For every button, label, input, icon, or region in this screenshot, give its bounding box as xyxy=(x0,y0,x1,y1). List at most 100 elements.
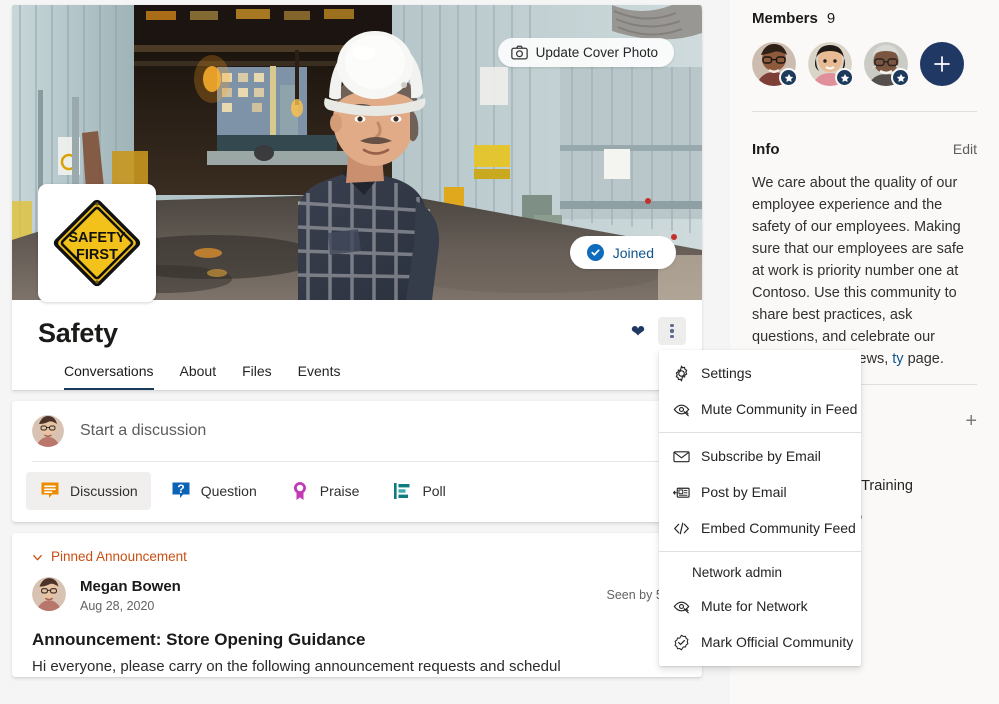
safety-first-sign-icon: SAFETY FIRST xyxy=(45,191,149,295)
composer-type-label: Discussion xyxy=(70,483,138,499)
pinned-announcement-card: Pinned Announcement Megan Bowen Aug 28, … xyxy=(12,533,702,677)
menu-item-mute-community-in-feed[interactable]: Mute Community in Feed xyxy=(659,391,861,427)
composer-type-selector: Discussion ? Question Praise xyxy=(12,462,702,522)
announcement-body: Hi everyone, please carry on the followi… xyxy=(32,656,682,677)
star-badge-icon xyxy=(891,68,910,87)
avatar xyxy=(32,415,64,447)
code-icon xyxy=(673,520,690,537)
menu-item-subscribe-by-email[interactable]: Subscribe by Email xyxy=(659,438,861,474)
menu-item-label: Mark Official Community xyxy=(701,632,853,652)
svg-text:FIRST: FIRST xyxy=(76,247,118,263)
menu-item-label: Post by Email xyxy=(701,482,787,502)
group-header-card: Update Cover Photo Joined xyxy=(12,5,702,390)
tab-about[interactable]: About xyxy=(180,362,217,390)
menu-item-label: Subscribe by Email xyxy=(701,446,821,466)
svg-text:?: ? xyxy=(177,482,184,496)
members-count: 9 xyxy=(827,10,835,27)
mute-icon xyxy=(673,401,690,418)
composer-type-label: Praise xyxy=(320,483,360,499)
info-description-fragment-3: page. xyxy=(904,351,944,367)
camera-icon xyxy=(511,45,528,60)
menu-item-label: Mute Community in Feed xyxy=(701,399,857,419)
heart-icon: ❤ xyxy=(631,323,645,340)
tab-conversations[interactable]: Conversations xyxy=(64,362,154,390)
gear-icon xyxy=(673,365,690,382)
avatar[interactable] xyxy=(32,577,66,611)
announcement-date: Aug 28, 2020 xyxy=(80,599,181,613)
composer-type-label: Poll xyxy=(422,483,445,499)
announcement-title: Announcement: Store Opening Guidance xyxy=(32,630,682,650)
seen-by-count: Seen by 5 xyxy=(607,588,663,602)
composer-type-question[interactable]: ? Question xyxy=(157,472,270,510)
members-title: Members xyxy=(752,10,818,27)
add-member-button[interactable] xyxy=(920,42,964,86)
svg-text:SAFETY: SAFETY xyxy=(68,230,126,246)
menu-item-mute-for-network[interactable]: Mute for Network xyxy=(659,588,861,624)
menu-item-settings[interactable]: Settings xyxy=(659,355,861,391)
tab-events[interactable]: Events xyxy=(298,362,341,390)
info-header: Info Edit xyxy=(752,141,977,158)
menu-item-post-by-email[interactable]: Post by Email xyxy=(659,474,861,510)
menu-item-label: Mute for Network xyxy=(701,596,808,616)
add-member-icon xyxy=(932,54,952,74)
info-description: We care about the quality of our employe… xyxy=(752,172,977,370)
add-icon[interactable]: + xyxy=(965,411,977,431)
main-column: Update Cover Photo Joined xyxy=(12,5,702,704)
question-icon: ? xyxy=(170,480,192,502)
check-circle-icon xyxy=(587,244,604,261)
praise-icon xyxy=(289,480,311,502)
member-avatar-1[interactable] xyxy=(752,42,796,86)
composer-type-label: Question xyxy=(201,483,257,499)
tab-files[interactable]: Files xyxy=(242,362,272,390)
group-meta: Safety ❤ Conversations About Files Event… xyxy=(12,300,702,390)
composer-type-discussion[interactable]: Discussion xyxy=(26,472,151,510)
pinned-announcement-label: Pinned Announcement xyxy=(51,549,187,564)
member-avatar-2[interactable] xyxy=(808,42,852,86)
post-composer-card: Start a discussion Discussion ? Question xyxy=(12,401,702,522)
update-cover-photo-button[interactable]: Update Cover Photo xyxy=(498,38,674,67)
post-email-icon xyxy=(673,484,690,501)
more-vertical-icon xyxy=(670,324,673,339)
composer-type-praise[interactable]: Praise xyxy=(276,472,373,510)
star-badge-icon xyxy=(779,68,798,87)
info-description-text: We care about the quality of our employe… xyxy=(752,175,964,367)
announcement-author[interactable]: Megan Bowen xyxy=(80,577,181,596)
menu-item-label: Embed Community Feed xyxy=(701,518,856,538)
joined-label: Joined xyxy=(613,245,654,261)
star-badge-icon xyxy=(835,68,854,87)
poll-icon xyxy=(391,480,413,502)
mute-icon xyxy=(673,598,690,615)
info-description-link[interactable]: ty xyxy=(892,351,903,367)
menu-item-label: Settings xyxy=(701,363,752,383)
joined-button[interactable]: Joined xyxy=(570,236,676,269)
composer-type-poll[interactable]: Poll xyxy=(378,472,458,510)
member-avatar-3[interactable] xyxy=(864,42,908,86)
discussion-icon xyxy=(39,480,61,502)
menu-item-mark-official-community[interactable]: Mark Official Community xyxy=(659,624,861,660)
info-edit-link[interactable]: Edit xyxy=(953,141,977,157)
community-options-menu: Settings Mute Community in Feed Subscrib… xyxy=(659,350,861,666)
group-more-options-button[interactable] xyxy=(658,317,686,345)
favorite-button[interactable]: ❤ xyxy=(624,317,652,345)
yammer-community-page: Update Cover Photo Joined xyxy=(0,0,999,704)
composer-placeholder: Start a discussion xyxy=(80,422,206,440)
composer-input-row[interactable]: Start a discussion xyxy=(12,401,702,461)
menu-section-network-admin: Network admin xyxy=(659,557,861,588)
community-avatar[interactable]: SAFETY FIRST xyxy=(38,184,156,302)
announcement-author-block: Megan Bowen Aug 28, 2020 xyxy=(80,577,181,613)
info-title: Info xyxy=(752,141,780,158)
menu-divider-2 xyxy=(659,551,861,552)
menu-divider-1 xyxy=(659,432,861,433)
members-header: Members 9 xyxy=(752,0,977,27)
group-actions: ❤ xyxy=(624,317,686,345)
page-title: Safety xyxy=(38,316,684,350)
menu-item-embed-community-feed[interactable]: Embed Community Feed xyxy=(659,510,861,546)
announcement-header: Megan Bowen Aug 28, 2020 Seen by 5 xyxy=(32,577,682,613)
sidebar-divider-1 xyxy=(752,111,977,112)
members-avatar-row xyxy=(752,42,977,86)
group-tabs: Conversations About Files Events xyxy=(38,350,684,390)
chevron-down-icon xyxy=(32,551,43,562)
envelope-icon xyxy=(673,448,690,465)
badge-check-icon xyxy=(673,634,690,651)
pinned-announcement-header[interactable]: Pinned Announcement xyxy=(32,549,682,564)
